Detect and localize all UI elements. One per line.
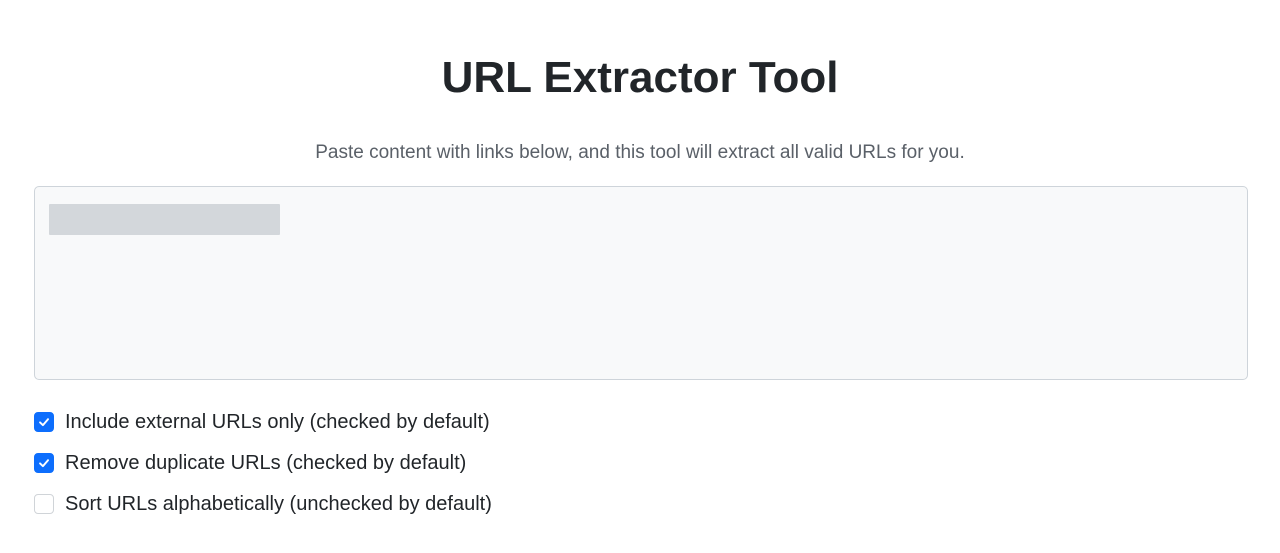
page-subtitle: Paste content with links below, and this… xyxy=(315,142,965,163)
sort-alphabetically-checkbox[interactable] xyxy=(34,493,54,514)
checkmark-icon xyxy=(39,458,49,467)
option-sort-alphabetically[interactable]: Sort URLs alphabetically (unchecked by d… xyxy=(34,483,834,524)
options-list: Include external URLs only (checked by d… xyxy=(34,401,834,524)
remove-duplicates-label: Remove duplicate URLs (checked by defaul… xyxy=(65,451,467,474)
sort-alphabetically-label: Sort URLs alphabetically (unchecked by d… xyxy=(65,492,492,515)
content-input-container xyxy=(34,186,1248,380)
external-only-label: Include external URLs only (checked by d… xyxy=(65,410,490,433)
option-external-only[interactable]: Include external URLs only (checked by d… xyxy=(34,401,834,442)
content-textarea[interactable] xyxy=(35,187,1247,379)
checkmark-icon xyxy=(39,417,49,426)
external-only-checkbox[interactable] xyxy=(34,411,54,432)
page: URL Extractor Tool Paste content with li… xyxy=(0,0,1280,553)
option-remove-duplicates[interactable]: Remove duplicate URLs (checked by defaul… xyxy=(34,442,834,483)
remove-duplicates-checkbox[interactable] xyxy=(34,452,54,473)
page-title: URL Extractor Tool xyxy=(441,53,839,102)
